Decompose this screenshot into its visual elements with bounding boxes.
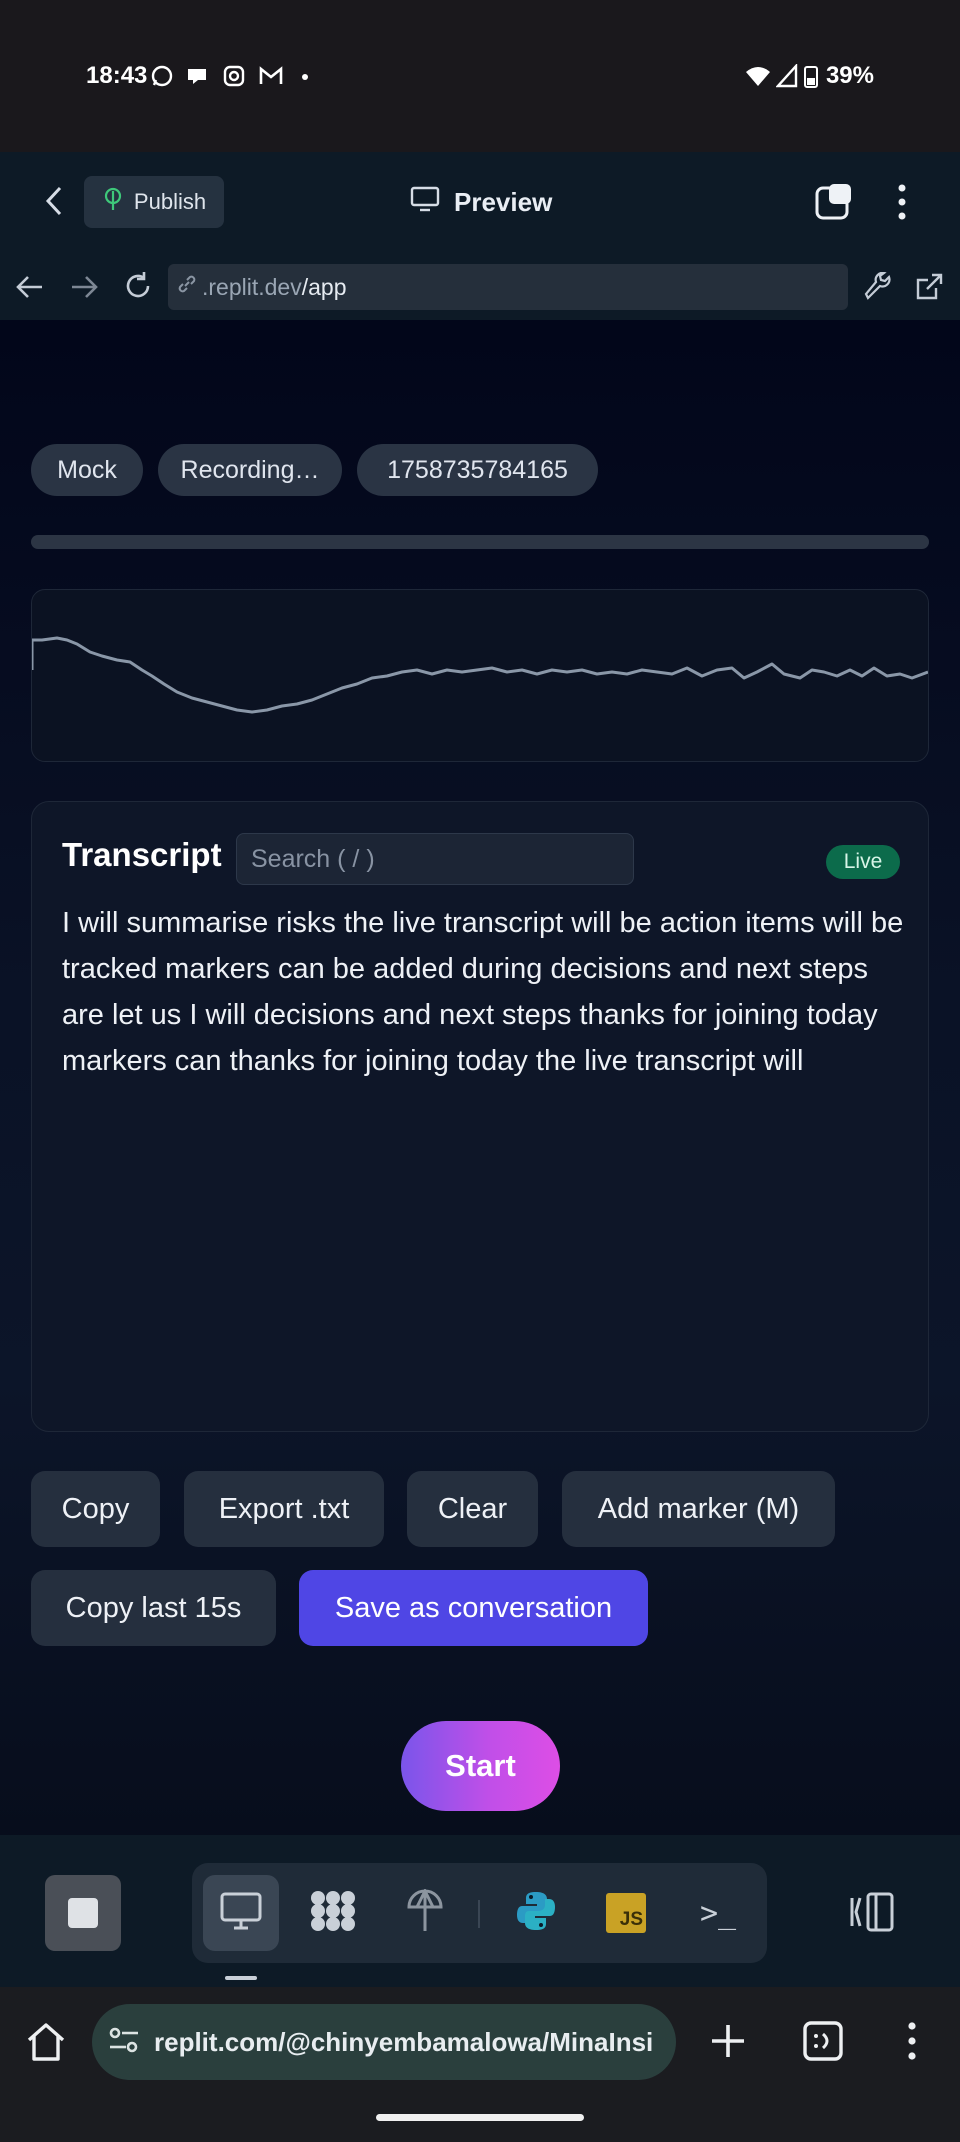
terminal-icon: >_: [699, 1895, 737, 1931]
pane-switch-icon[interactable]: [848, 1890, 896, 1939]
preview-label: Preview: [454, 186, 553, 217]
clear-button[interactable]: Clear: [407, 1471, 538, 1547]
url-domain: .replit.dev: [202, 273, 302, 300]
tabs-icon[interactable]: [815, 182, 855, 227]
publish-button[interactable]: Publish: [84, 176, 224, 228]
signal-icon: [775, 62, 798, 88]
nav-forward-icon[interactable]: [68, 272, 100, 307]
whatsapp-icon: [150, 64, 174, 88]
stop-button[interactable]: [45, 1875, 121, 1951]
python-icon: [514, 1889, 558, 1938]
mode-chip: Mock: [31, 444, 143, 496]
monitor-icon: [410, 186, 440, 219]
preview-title: Preview: [410, 182, 552, 222]
copy-button[interactable]: Copy: [31, 1471, 160, 1547]
url-path: /app: [301, 273, 347, 300]
nav-back-icon[interactable]: [14, 272, 46, 307]
copy-last-15s-button[interactable]: Copy last 15s: [31, 1570, 276, 1646]
chat-icon: [185, 64, 209, 88]
preview-url-field[interactable]: .replit.dev/app: [168, 264, 848, 310]
live-badge: Live: [826, 845, 900, 879]
browser-menu-icon[interactable]: [900, 2018, 924, 2069]
tab-switcher-icon[interactable]: [802, 2020, 844, 2067]
active-tool-indicator: [225, 1976, 257, 1980]
apps-tool[interactable]: [295, 1875, 371, 1951]
publish-icon: [102, 187, 124, 217]
session-id-chip: 1758735784165: [357, 444, 598, 496]
waveform: [32, 636, 928, 714]
add-marker-button[interactable]: Add marker (M): [562, 1471, 835, 1547]
desktop-tool[interactable]: [203, 1875, 279, 1951]
transcript-title: Transcript: [62, 836, 222, 873]
gesture-bar: [376, 2114, 584, 2121]
export-txt-button[interactable]: Export .txt: [184, 1471, 384, 1547]
home-icon[interactable]: [24, 2020, 68, 2069]
new-tab-icon[interactable]: [708, 2021, 748, 2066]
publish-label: Publish: [133, 189, 207, 214]
browser-url-text: replit.com/@chinyembamalowa/MinaInsi: [154, 2026, 654, 2057]
wrench-icon[interactable]: [864, 271, 894, 307]
desktop-icon: [219, 1891, 263, 1936]
shell-tool[interactable]: >_: [680, 1875, 756, 1951]
gmail-icon: [258, 64, 284, 88]
publish-tool[interactable]: [387, 1875, 463, 1951]
recording-progress-bar: [31, 535, 929, 549]
deploy-icon: [405, 1887, 445, 1938]
dot-icon: [300, 64, 310, 88]
apps-icon: [309, 1889, 357, 1938]
status-time: 18:43: [86, 62, 148, 89]
js-tool[interactable]: JS: [588, 1875, 664, 1951]
instagram-icon: [222, 64, 246, 88]
reload-icon[interactable]: [122, 270, 154, 307]
browser-address-bar[interactable]: replit.com/@chinyembamalowa/MinaInsi: [92, 2004, 676, 2080]
python-tool[interactable]: [498, 1875, 574, 1951]
tool-divider: [478, 1900, 480, 1928]
open-external-icon[interactable]: [914, 272, 944, 307]
transcript-panel: [31, 801, 929, 1432]
start-button[interactable]: Start: [401, 1721, 560, 1811]
save-as-conversation-button[interactable]: Save as conversation: [299, 1570, 648, 1646]
waveform-panel: [31, 589, 929, 762]
stop-icon: [68, 1898, 98, 1928]
transcript-search-input[interactable]: [236, 833, 634, 885]
link-icon: [176, 273, 198, 301]
more-menu-icon[interactable]: [890, 180, 914, 229]
site-settings-icon: [108, 2025, 140, 2060]
js-icon: JS: [606, 1893, 646, 1933]
back-icon[interactable]: [40, 184, 70, 223]
battery-percent: 39%: [825, 62, 874, 89]
wifi-icon: [744, 64, 772, 88]
transcript-text: I will summarise risks the live transcri…: [62, 907, 904, 1077]
status-chip: Recording…: [158, 444, 342, 496]
status-bar: 18:43 39%: [0, 0, 960, 152]
js-label: JS: [619, 1909, 643, 1930]
battery-icon: [804, 64, 818, 88]
